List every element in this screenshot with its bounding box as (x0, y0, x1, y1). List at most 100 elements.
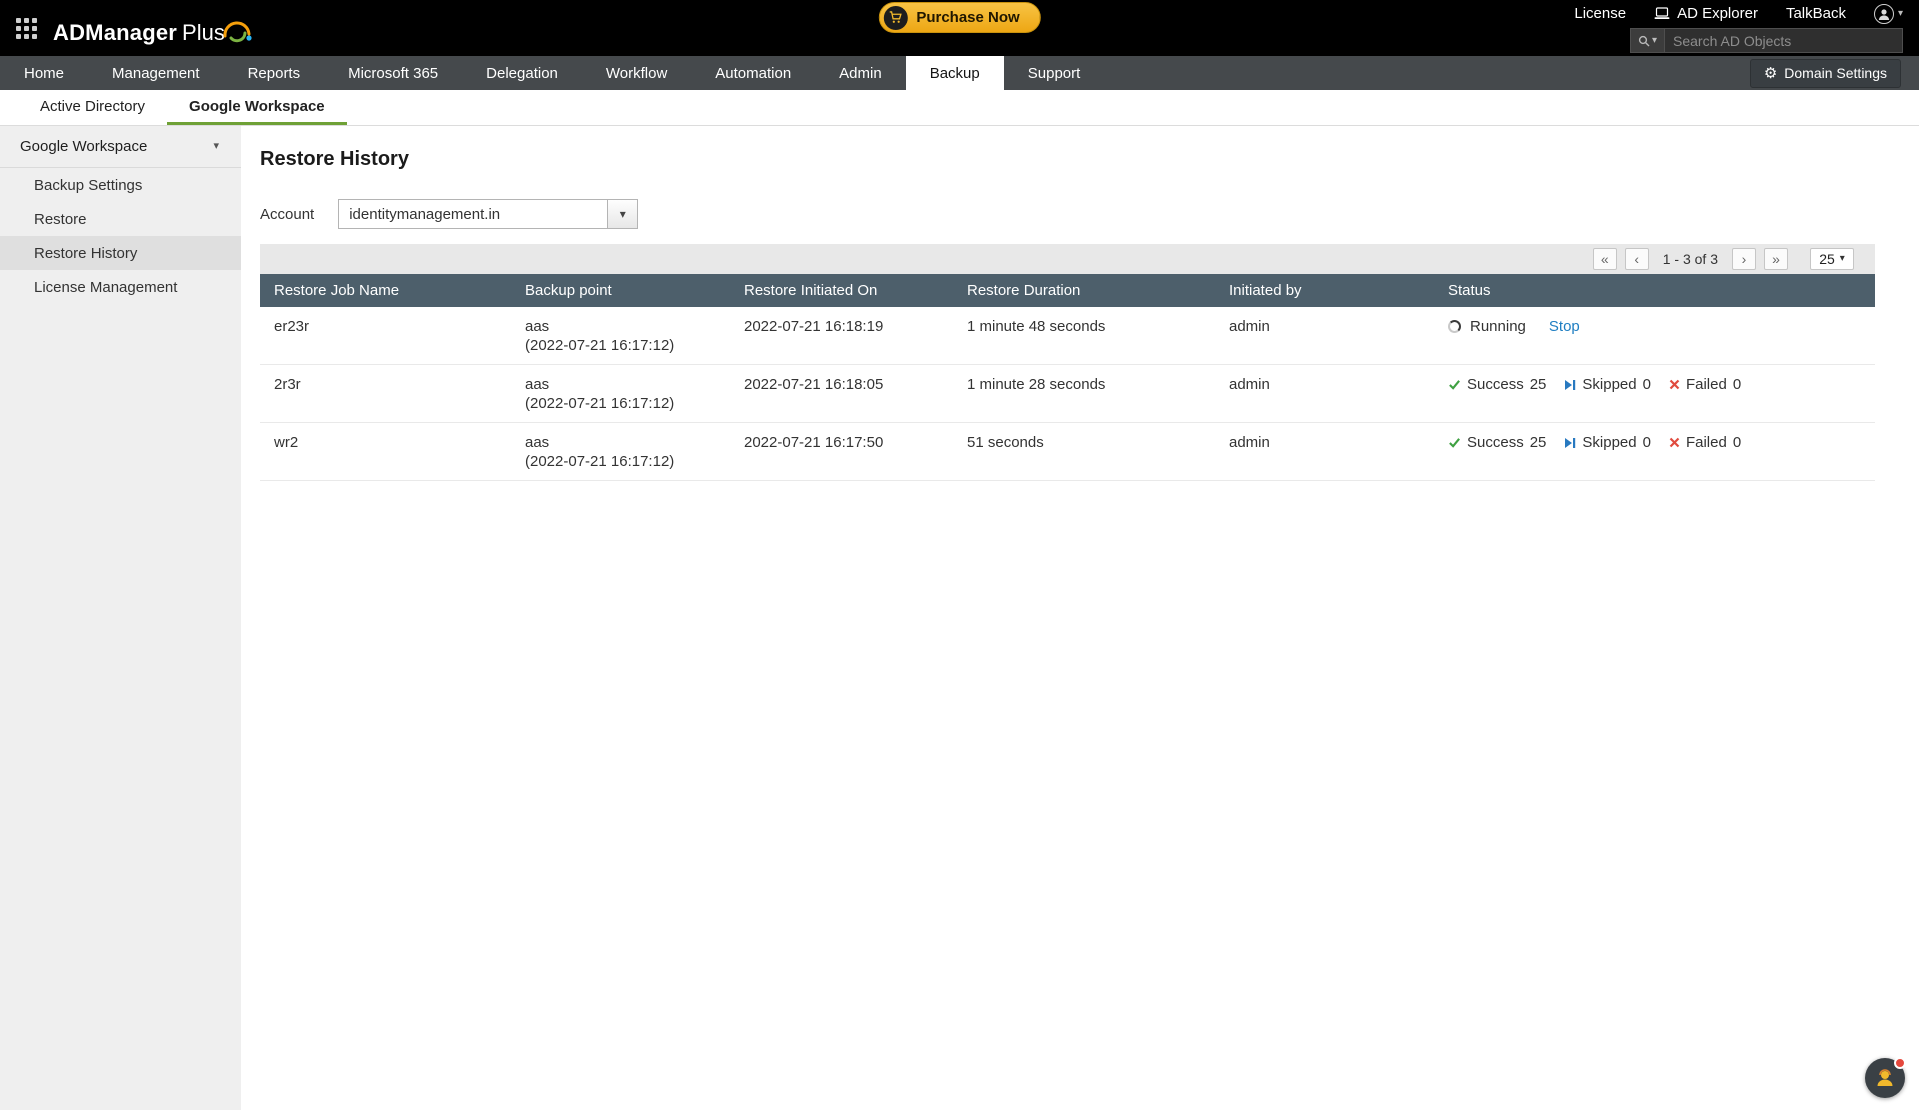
main-navbar: Home Management Reports Microsoft 365 De… (0, 56, 1919, 90)
logo-text-light: Plus (182, 20, 225, 45)
backup-point-name: aas (525, 318, 550, 335)
search-icon (1638, 35, 1650, 46)
table-header-row: Restore Job Name Backup point Restore In… (260, 274, 1875, 307)
cart-icon (883, 5, 908, 30)
license-link[interactable]: License (1574, 5, 1626, 22)
next-page-button[interactable]: › (1732, 248, 1756, 270)
sidebar-header-google-workspace[interactable]: Google Workspace ▾ (0, 126, 241, 168)
page-size-select[interactable]: 25 ▾ (1810, 248, 1854, 270)
subtab-active-directory[interactable]: Active Directory (18, 90, 167, 125)
failed-label: Failed (1685, 434, 1727, 451)
tab-delegation[interactable]: Delegation (462, 56, 582, 90)
notification-dot (1894, 1057, 1906, 1069)
logo-text-bold: ADManager (53, 20, 178, 45)
prev-page-button[interactable]: ‹ (1624, 248, 1649, 270)
support-chat-button[interactable] (1865, 1057, 1906, 1098)
content-area: Google Workspace ▾ Backup Settings Resto… (0, 126, 1919, 1110)
skipped-count: 0 (1642, 376, 1651, 393)
first-page-button[interactable]: « (1592, 248, 1617, 270)
cell-initiated-on: 2022-07-21 16:17:50 (730, 422, 953, 481)
user-avatar-icon (1873, 3, 1894, 24)
skipped-label: Skipped (1582, 434, 1637, 451)
app-logo: ADManager Plus (53, 10, 255, 46)
gear-icon: ⚙ (1763, 64, 1778, 82)
tab-reports[interactable]: Reports (224, 56, 325, 90)
status-skipped: Skipped 0 (1564, 433, 1651, 452)
cell-duration: 51 seconds (953, 422, 1215, 481)
sidebar-item-backup-settings[interactable]: Backup Settings (0, 168, 241, 202)
purchase-now-label: Purchase Now (916, 9, 1020, 26)
table-row: er23r aas (2022-07-21 16:17:12) 2022-07-… (260, 307, 1875, 365)
spinner-icon (1448, 320, 1461, 333)
topbar: ADManager Plus Purchase Now License AD E… (0, 0, 1919, 56)
cell-backup-point: aas (2022-07-21 16:17:12) (511, 422, 730, 481)
backup-point-time: (2022-07-21 16:17:12) (525, 337, 675, 354)
ad-explorer-link[interactable]: AD Explorer (1654, 5, 1758, 22)
tab-admin[interactable]: Admin (815, 56, 906, 90)
user-menu[interactable]: ▾ (1873, 3, 1903, 24)
chevron-down-icon: ▾ (619, 207, 626, 221)
status-success: Success 25 (1448, 433, 1546, 452)
tab-management[interactable]: Management (88, 56, 224, 90)
domain-settings-label: Domain Settings (1784, 65, 1887, 81)
backup-point-name: aas (525, 434, 550, 451)
account-select[interactable]: identitymanagement.in ▾ (338, 199, 639, 229)
topbar-left: ADManager Plus (16, 10, 255, 46)
success-label: Success (1467, 376, 1524, 393)
failed-x-icon (1669, 379, 1680, 390)
cell-duration: 1 minute 48 seconds (953, 307, 1215, 365)
backup-point-name: aas (525, 376, 550, 393)
cell-job-name: wr2 (260, 422, 511, 481)
failed-x-icon (1669, 437, 1680, 448)
cell-backup-point: aas (2022-07-21 16:17:12) (511, 307, 730, 365)
col-backup-point: Backup point (511, 274, 730, 307)
topbar-links: License AD Explorer TalkBack ▾ (1574, 3, 1903, 24)
cell-initiated-by: admin (1215, 307, 1434, 365)
table-row: wr2 aas (2022-07-21 16:17:12) 2022-07-21… (260, 422, 1875, 481)
sidebar-item-license-management[interactable]: License Management (0, 270, 241, 304)
pagination-range: 1 - 3 of 3 (1662, 251, 1718, 267)
skipped-label: Skipped (1582, 376, 1637, 393)
user-caret-icon: ▾ (1897, 7, 1903, 19)
restore-history-table: Restore Job Name Backup point Restore In… (260, 274, 1875, 481)
tab-backup[interactable]: Backup (905, 56, 1004, 90)
cell-job-name: 2r3r (260, 364, 511, 423)
last-page-button[interactable]: » (1764, 248, 1788, 270)
talkback-link[interactable]: TalkBack (1786, 5, 1846, 22)
cell-status: Success 25 Skipped 0 Failed 0 (1434, 364, 1875, 423)
tab-microsoft-365[interactable]: Microsoft 365 (324, 56, 462, 90)
table-row: 2r3r aas (2022-07-21 16:17:12) 2022-07-2… (260, 364, 1875, 423)
sidebar-header-label: Google Workspace (20, 138, 148, 155)
cell-initiated-on: 2022-07-21 16:18:19 (730, 307, 953, 365)
failed-count: 0 (1732, 376, 1742, 393)
account-select-value: identitymanagement.in (349, 205, 501, 223)
purchase-now-button[interactable]: Purchase Now (878, 2, 1041, 33)
subtab-google-workspace[interactable]: Google Workspace (167, 90, 347, 125)
tab-support[interactable]: Support (1004, 56, 1105, 90)
sidebar-item-restore[interactable]: Restore (0, 202, 241, 236)
skipped-icon (1565, 437, 1576, 448)
search-scope-button[interactable]: ▾ (1631, 29, 1665, 52)
col-restore-duration: Restore Duration (953, 274, 1215, 307)
sidebar-item-restore-history[interactable]: Restore History (0, 236, 241, 270)
tab-home[interactable]: Home (0, 56, 88, 90)
tab-automation[interactable]: Automation (691, 56, 815, 90)
skipped-icon (1565, 379, 1576, 390)
account-row: Account identitymanagement.in ▾ (260, 199, 1875, 229)
success-count: 25 (1529, 376, 1547, 393)
status-failed: Failed 0 (1669, 375, 1741, 394)
search-scope-caret-icon: ▾ (1651, 34, 1658, 46)
tab-workflow[interactable]: Workflow (582, 56, 691, 90)
page-size-value: 25 (1819, 251, 1835, 267)
domain-settings-button[interactable]: ⚙ Domain Settings (1749, 58, 1901, 88)
account-select-dropdown-button[interactable]: ▾ (607, 200, 638, 228)
app-grid-icon[interactable] (16, 17, 37, 39)
search-input[interactable] (1665, 29, 1902, 52)
sidebar-header-caret-icon: ▾ (213, 140, 219, 152)
stop-link[interactable]: Stop (1549, 317, 1580, 336)
cell-status: Running Stop (1434, 307, 1875, 365)
status-failed: Failed 0 (1669, 433, 1741, 452)
account-label: Account (260, 205, 315, 223)
skipped-count: 0 (1642, 434, 1651, 451)
backup-point-time: (2022-07-21 16:17:12) (525, 453, 675, 470)
